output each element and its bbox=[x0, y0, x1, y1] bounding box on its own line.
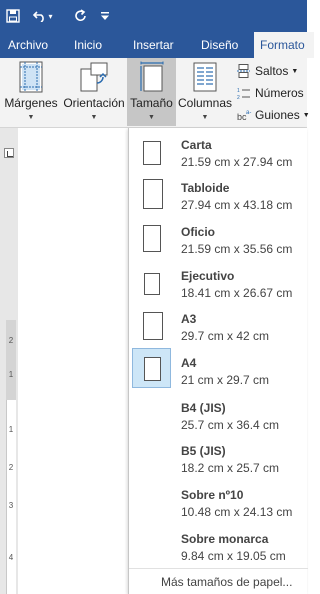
tab-selector-icon[interactable] bbox=[4, 148, 14, 158]
size-dimensions: 21.59 cm x 35.56 cm bbox=[181, 242, 293, 256]
size-option-sobre-n10[interactable]: Sobre nº10 10.48 cm x 24.13 cm bbox=[129, 480, 308, 524]
tab-insertar[interactable]: Insertar bbox=[127, 32, 180, 58]
size-name: B5 (JIS) bbox=[181, 444, 226, 458]
size-dimensions: 21 cm x 29.7 cm bbox=[181, 373, 270, 387]
size-name: B4 (JIS) bbox=[181, 401, 226, 415]
size-option-tabloide[interactable]: Tabloide 27.94 cm x 43.18 cm bbox=[129, 173, 308, 217]
size-button[interactable]: Tamaño ▼ bbox=[127, 58, 176, 126]
size-dimensions: 29.7 cm x 42 cm bbox=[181, 329, 270, 343]
size-icon bbox=[139, 60, 165, 94]
tab-archivo[interactable]: Archivo bbox=[2, 32, 54, 58]
page-thumbnail-icon bbox=[143, 225, 161, 252]
size-dropdown-icon: ▼ bbox=[148, 114, 155, 121]
margins-icon bbox=[18, 60, 44, 94]
size-name: Sobre monarca bbox=[181, 532, 269, 546]
page-thumbnail-icon bbox=[143, 312, 163, 340]
ruler-mark: 3 bbox=[8, 501, 14, 510]
margins-button[interactable]: Márgenes ▼ bbox=[2, 58, 60, 126]
ruler-mark: 4 bbox=[8, 553, 14, 562]
orientation-dropdown-icon: ▼ bbox=[90, 114, 98, 121]
page-thumbnail-icon bbox=[143, 141, 161, 165]
size-option-b4-jis[interactable]: B4 (JIS) 25.7 cm x 36.4 cm bbox=[129, 393, 308, 437]
size-name: Oficio bbox=[181, 225, 216, 239]
size-option-carta[interactable]: Carta 21.59 cm x 27.94 cm bbox=[129, 130, 308, 174]
size-name: Sobre nº10 bbox=[181, 488, 244, 502]
tab-diseno[interactable]: Diseño bbox=[195, 32, 244, 58]
orientation-icon bbox=[79, 60, 109, 94]
columns-button[interactable]: Columnas ▼ bbox=[177, 58, 233, 126]
breaks-dropdown-icon: ▼ bbox=[291, 67, 299, 75]
svg-text:a-: a- bbox=[246, 110, 251, 116]
customize-qat-icon[interactable] bbox=[98, 0, 112, 32]
svg-text:2: 2 bbox=[237, 95, 240, 100]
tab-formato[interactable]: Formato bbox=[254, 32, 314, 58]
size-dimensions: 10.48 cm x 24.13 cm bbox=[181, 505, 293, 519]
breaks-button[interactable]: Saltos ▼ bbox=[237, 61, 298, 81]
size-option-a3[interactable]: A3 29.7 cm x 42 cm bbox=[129, 304, 308, 348]
ribbon: Márgenes ▼ Orientación ▼ Tamaño ▼ Column… bbox=[0, 58, 310, 128]
orientation-label: Orientación bbox=[63, 96, 125, 110]
page-thumbnail-icon bbox=[144, 357, 161, 381]
size-name: Ejecutivo bbox=[181, 269, 235, 283]
columns-label: Columnas bbox=[177, 96, 233, 110]
size-label: Tamaño bbox=[130, 96, 173, 110]
tab-inicio[interactable]: Inicio bbox=[68, 32, 108, 58]
size-dimensions: 18.41 cm x 26.67 cm bbox=[181, 286, 293, 300]
size-option-b5-jis[interactable]: B5 (JIS) 18.2 cm x 25.7 cm bbox=[129, 436, 308, 480]
line-numbers-icon: 12 bbox=[237, 86, 255, 100]
title-bar: ▾ bbox=[0, 0, 307, 32]
size-dimensions: 9.84 cm x 19.05 cm bbox=[181, 549, 286, 563]
ribbon-tabs: Archivo Inicio Insertar Diseño Formato bbox=[0, 32, 314, 58]
hyphenation-icon: bc a- bbox=[237, 108, 255, 122]
line-numbers-label: Números bbox=[255, 86, 304, 100]
margins-label: Márgenes bbox=[4, 96, 58, 110]
columns-dropdown-icon: ▼ bbox=[201, 114, 209, 121]
columns-icon bbox=[192, 60, 218, 94]
size-option-sobre-monarca[interactable]: Sobre monarca 9.84 cm x 19.05 cm bbox=[129, 524, 308, 568]
breaks-label: Saltos bbox=[255, 64, 289, 78]
hyphenation-button[interactable]: bc a- Guiones ▼ bbox=[237, 105, 310, 125]
page-thumbnail-icon bbox=[144, 273, 160, 295]
hyphenation-dropdown-icon: ▼ bbox=[302, 111, 310, 119]
ruler-margin-area bbox=[6, 320, 16, 400]
size-name: A3 bbox=[181, 312, 197, 326]
size-option-ejecutivo[interactable]: Ejecutivo 18.41 cm x 26.67 cm bbox=[129, 261, 308, 305]
size-dimensions: 27.94 cm x 43.18 cm bbox=[181, 198, 293, 212]
breaks-icon bbox=[237, 64, 255, 78]
more-paper-sizes-link[interactable]: Más tamaños de papel... bbox=[161, 575, 292, 589]
ruler-mark: 1 bbox=[8, 370, 14, 379]
undo-icon[interactable]: ▾ bbox=[30, 0, 56, 32]
size-name: A4 bbox=[181, 356, 197, 370]
orientation-button[interactable]: Orientación ▼ bbox=[60, 58, 128, 126]
paper-size-menu: Carta 21.59 cm x 27.94 cm Tabloide 27.94… bbox=[128, 128, 308, 594]
line-numbers-button[interactable]: 12 Números bbox=[237, 83, 304, 103]
size-dimensions: 18.2 cm x 25.7 cm bbox=[181, 461, 280, 475]
ruler-mark: 2 bbox=[8, 463, 14, 472]
margins-dropdown-icon: ▼ bbox=[27, 114, 35, 121]
ruler-mark: 2 bbox=[8, 336, 14, 345]
size-dimensions: 25.7 cm x 36.4 cm bbox=[181, 418, 280, 432]
page-thumbnail-icon bbox=[143, 179, 163, 209]
ruler-mark: 1 bbox=[8, 425, 14, 434]
undo-dropdown-icon[interactable]: ▾ bbox=[48, 12, 52, 21]
size-dimensions: 21.59 cm x 27.94 cm bbox=[181, 155, 293, 169]
menu-divider bbox=[129, 568, 308, 569]
redo-icon[interactable] bbox=[70, 0, 92, 32]
size-option-a4[interactable]: A4 21 cm x 29.7 cm bbox=[129, 348, 308, 392]
size-option-oficio[interactable]: Oficio 21.59 cm x 35.56 cm bbox=[129, 217, 308, 261]
size-name: Tabloide bbox=[181, 181, 230, 195]
hyphenation-label: Guiones bbox=[255, 108, 300, 122]
svg-text:1: 1 bbox=[237, 88, 240, 94]
size-name: Carta bbox=[181, 138, 212, 152]
save-icon[interactable] bbox=[2, 0, 24, 32]
